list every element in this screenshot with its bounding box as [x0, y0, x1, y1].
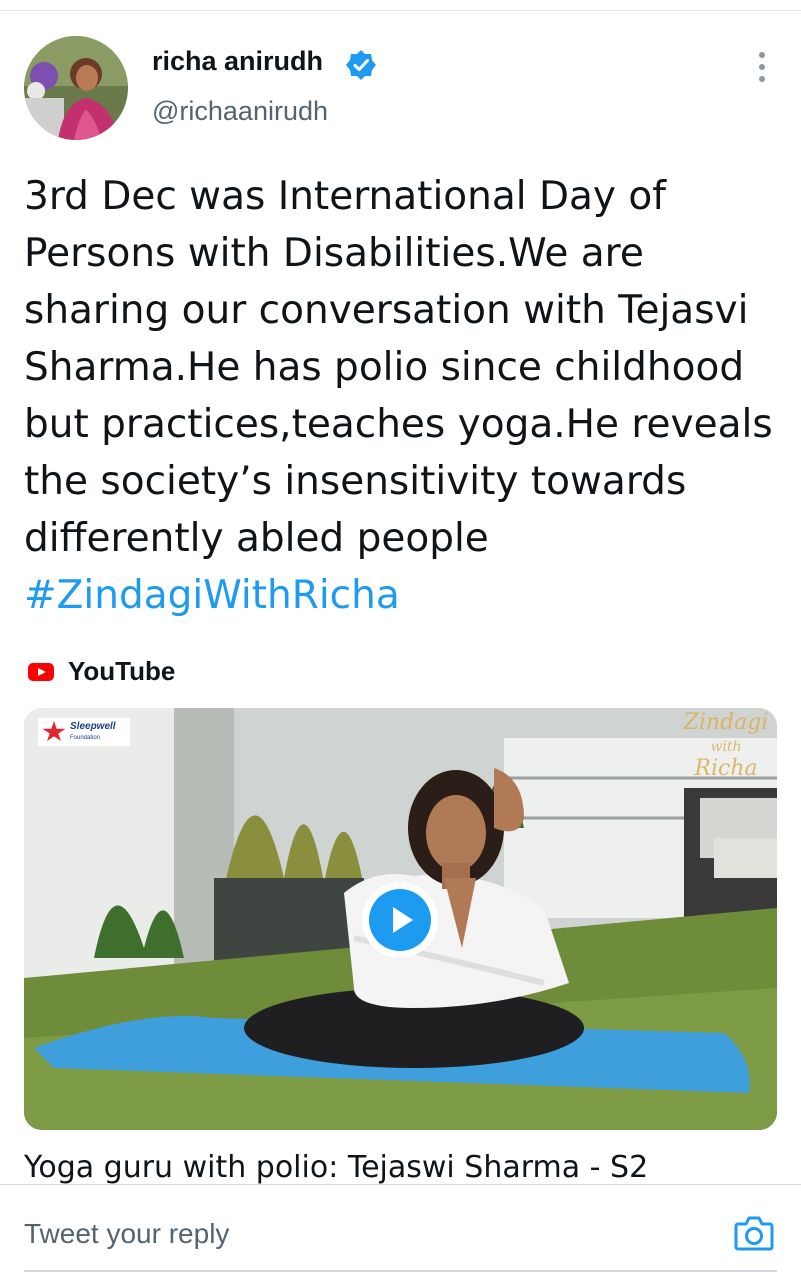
sleepwell-brand-sub: Foundation	[70, 734, 101, 741]
tweet-text: 3rd Dec was International Day of Persons…	[24, 168, 784, 624]
sleepwell-brand: Sleepwell Foundation	[70, 720, 116, 743]
link-source: YouTube	[28, 656, 175, 687]
reply-underline	[24, 1270, 777, 1272]
hashtag-link[interactable]: #ZindagiWithRicha	[24, 567, 784, 624]
tweet-text-line: differently abled people	[24, 516, 489, 561]
author-handle[interactable]: @richaanirudh	[152, 96, 328, 127]
author-display-name[interactable]: richa anirudh	[152, 46, 323, 77]
show-logo-line3: Richa	[694, 756, 758, 781]
source-label: YouTube	[68, 656, 176, 686]
sleepwell-logo: Sleepwell Foundation	[38, 718, 130, 746]
tweet-text-line: but practices,teaches yoga.He reveals	[24, 402, 773, 447]
show-logo-line1: Zindagi	[683, 710, 769, 735]
top-divider	[0, 10, 801, 11]
youtube-icon	[28, 662, 54, 681]
star-icon	[42, 721, 66, 742]
show-logo: Zindagi with Richa	[680, 710, 772, 780]
tweet-text-line: Sharma.He has polio since childhood	[24, 345, 745, 390]
show-logo-line2: with	[710, 739, 742, 755]
camera-icon[interactable]	[734, 1214, 774, 1252]
tweet-text-line: 3rd Dec was International Day of	[24, 174, 666, 219]
play-icon[interactable]	[362, 882, 438, 958]
reply-input[interactable]: Tweet your reply	[24, 1218, 229, 1250]
sleepwell-brand-name: Sleepwell	[70, 720, 116, 732]
tweet-text-line: Persons with Disabilities.We are	[24, 231, 644, 276]
verified-badge-icon	[346, 50, 376, 80]
tweet-text-line: the society’s insensitivity towards	[24, 459, 687, 504]
video-title[interactable]: Yoga guru with polio: Tejaswi Sharma - S…	[24, 1150, 784, 1184]
author-avatar[interactable]	[24, 36, 128, 140]
tweet-text-line: sharing our conversation with Tejasvi	[24, 288, 749, 333]
more-options-icon[interactable]	[746, 50, 778, 84]
